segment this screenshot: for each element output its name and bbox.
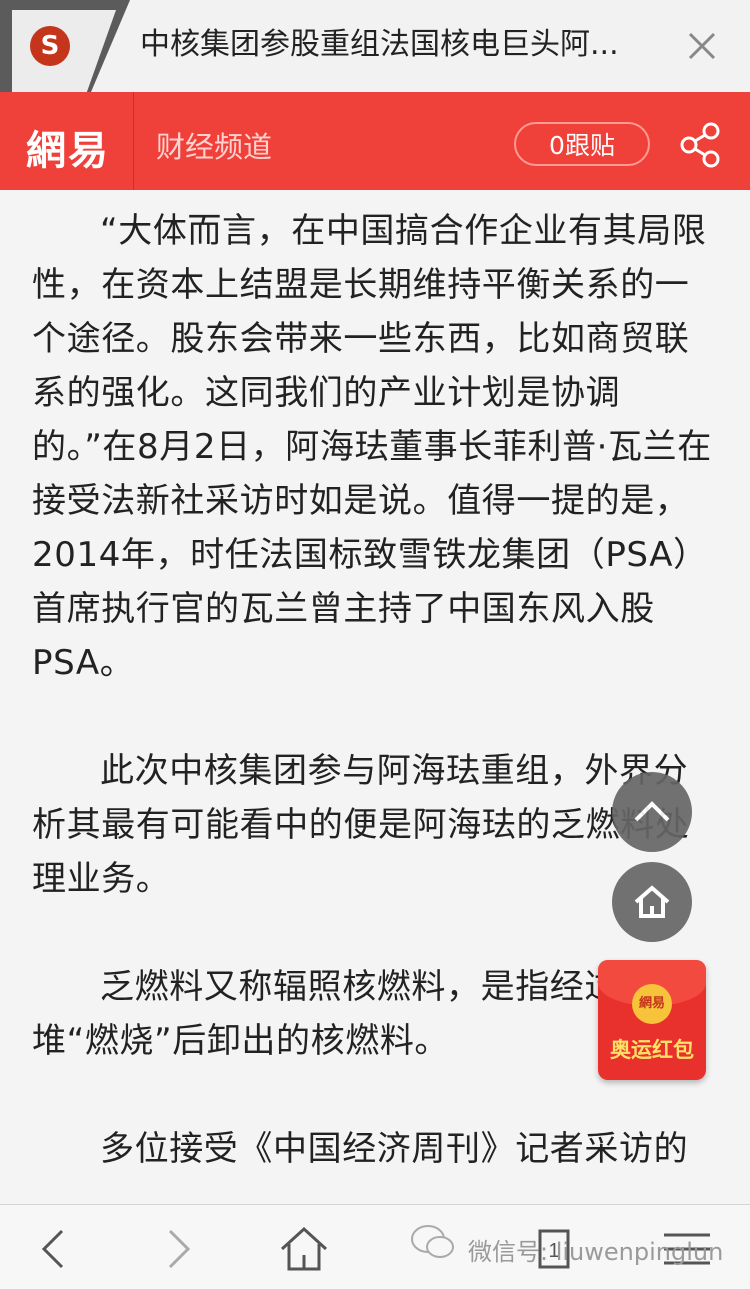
red-packet-label: 奥运红包 bbox=[610, 1038, 694, 1062]
red-packet-button[interactable]: 網易 奥运红包 bbox=[592, 950, 712, 1090]
share-icon[interactable] bbox=[678, 122, 722, 168]
chevron-right-icon[interactable] bbox=[150, 1221, 206, 1277]
wechat-icon bbox=[411, 1225, 454, 1258]
red-packet-coin: 網易 bbox=[632, 984, 672, 1024]
scroll-top-button[interactable] bbox=[612, 772, 692, 852]
sogou-icon: S bbox=[30, 26, 70, 66]
article-paragraph: 多位接受《中国经济周刊》记者采访的 bbox=[100, 1129, 689, 1169]
chevron-up-icon bbox=[634, 801, 670, 822]
site-logo[interactable]: 網易 bbox=[26, 118, 110, 176]
tab-title[interactable]: 中核集团参股重组法国核电巨头阿... bbox=[140, 22, 660, 68]
browser-tab-bar: S 中核集团参股重组法国核电巨头阿... bbox=[0, 0, 750, 93]
home-icon[interactable] bbox=[276, 1221, 332, 1277]
wechat-watermark: 微信号: liuwenpinglun bbox=[468, 1238, 724, 1266]
reply-count-button[interactable]: 0跟贴 bbox=[514, 122, 650, 166]
home-icon bbox=[634, 885, 670, 918]
article-paragraph: “大体而言，在中国搞合作企业有其局限性，在资本上结盟是长期维持平衡关系的一个途径… bbox=[32, 211, 712, 683]
header-divider bbox=[133, 92, 134, 190]
home-float-button[interactable] bbox=[612, 862, 692, 942]
channel-name[interactable]: 财经频道 bbox=[156, 124, 272, 166]
close-icon[interactable] bbox=[682, 26, 722, 66]
chevron-left-icon[interactable] bbox=[26, 1221, 82, 1277]
